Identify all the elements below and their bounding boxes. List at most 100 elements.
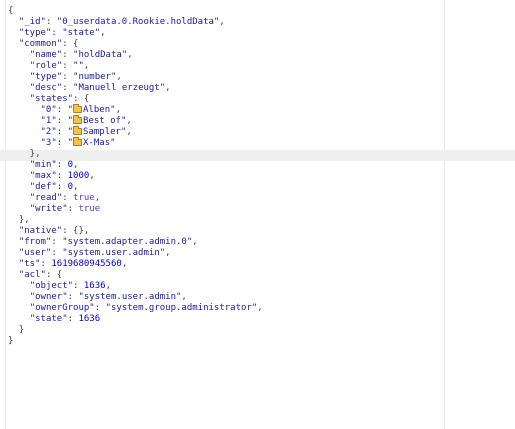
json-key: "states" <box>29 94 74 104</box>
json-key: "role" <box>29 61 63 71</box>
punctuation: , <box>165 83 171 93</box>
json-string: "system.user.admin" <box>62 248 166 258</box>
code-line: "type": "number", <box>8 72 263 83</box>
json-string: X-Mas" <box>83 138 116 148</box>
folder-icon <box>73 115 83 124</box>
punctuation: , <box>94 193 101 203</box>
json-string: Alben" <box>83 105 116 115</box>
json-number: 1636 <box>78 314 101 324</box>
code-line: "state": 1636 <box>8 314 263 325</box>
code-line: "states": { <box>8 94 263 105</box>
json-string: "state" <box>62 28 101 38</box>
json-key: "from" <box>18 237 52 247</box>
punctuation: : <box>56 116 68 126</box>
code-line: "read": true, <box>8 193 263 204</box>
code-line: "type": "state", <box>8 28 263 39</box>
json-key: "ts" <box>18 259 41 269</box>
punctuation: , <box>219 17 225 27</box>
code-line: "object": 1636, <box>8 281 263 292</box>
json-key: "write" <box>29 204 68 214</box>
code-line: "from": "system.adapter.admin.0", <box>8 237 263 248</box>
punctuation: , <box>126 116 132 126</box>
punctuation: : <box>62 83 74 93</box>
folder-icon <box>73 126 83 135</box>
gutter-divider <box>5 0 6 429</box>
punctuation: : <box>62 193 74 203</box>
code-line: }, <box>8 149 263 160</box>
punctuation: : <box>62 61 74 71</box>
json-string: Best of" <box>83 116 127 126</box>
code-line: "name": "holdData", <box>8 50 263 61</box>
punctuation: : <box>62 50 74 60</box>
punctuation: { <box>8 6 14 16</box>
punctuation: , <box>126 127 132 137</box>
json-key: "ownerGroup" <box>29 303 95 313</box>
punctuation <box>8 259 19 269</box>
json-string: "system.user.admin" <box>78 292 182 302</box>
punctuation: } <box>8 325 25 335</box>
json-number: 1000 <box>67 171 90 181</box>
code-line: "ts": 1619680945560, <box>8 259 263 270</box>
punctuation <box>8 138 41 148</box>
punctuation <box>8 127 41 137</box>
json-key: "1" <box>40 116 57 126</box>
punctuation: } <box>8 336 14 346</box>
punctuation: : <box>56 127 68 137</box>
punctuation: : <box>56 171 68 181</box>
punctuation <box>8 50 30 60</box>
json-boolean: true <box>78 204 101 214</box>
json-key: "def" <box>29 182 57 192</box>
json-number: 1619680945560 <box>51 259 122 269</box>
code-line: "common": { <box>8 39 263 50</box>
punctuation <box>8 61 30 71</box>
punctuation <box>8 72 30 82</box>
json-key: "type" <box>29 72 63 82</box>
punctuation <box>8 17 19 27</box>
folder-icon <box>73 137 83 146</box>
json-string: "Manuell erzeugt" <box>73 83 166 93</box>
json-key: "acl" <box>18 270 46 280</box>
punctuation <box>8 248 19 258</box>
json-key: "3" <box>40 138 57 148</box>
json-key: "0" <box>40 105 57 115</box>
punctuation: : { <box>73 94 90 104</box>
code-line: "acl": { <box>8 270 263 281</box>
code-content[interactable]: { "_id": "0_userdata.0.Rookie.holdData",… <box>8 6 263 347</box>
json-editor[interactable]: { "_id": "0_userdata.0.Rookie.holdData",… <box>0 0 515 429</box>
code-line: "ownerGroup": "system.group.administrato… <box>8 303 263 314</box>
punctuation: : { <box>62 39 79 49</box>
punctuation <box>8 314 30 324</box>
json-key: "type" <box>18 28 52 38</box>
code-line: "role": "", <box>8 61 263 72</box>
punctuation <box>8 292 30 302</box>
punctuation: , <box>83 61 90 71</box>
punctuation: : <box>67 292 79 302</box>
punctuation: , <box>73 160 79 170</box>
punctuation: : <box>56 182 68 192</box>
punctuation: : <box>67 204 79 214</box>
json-string: "system.group.administrator" <box>105 303 258 313</box>
punctuation: , <box>121 259 128 269</box>
json-key: "max" <box>29 171 57 181</box>
code-line: "desc": "Manuell erzeugt", <box>8 83 263 94</box>
punctuation: : <box>94 303 106 313</box>
json-key: "name" <box>29 50 63 60</box>
punctuation: : <box>56 105 68 115</box>
punctuation <box>8 171 30 181</box>
code-line: { <box>8 6 263 17</box>
code-line: "write": true <box>8 204 263 215</box>
json-number: 1636 <box>83 281 106 291</box>
json-string: Sampler" <box>83 127 127 137</box>
punctuation: , <box>192 237 198 247</box>
punctuation: }, <box>8 149 41 159</box>
punctuation: : {}, <box>62 226 90 236</box>
punctuation <box>8 39 19 49</box>
punctuation: , <box>115 105 121 115</box>
json-string: "0_userdata.0.Rookie.holdData" <box>56 17 220 27</box>
punctuation: : { <box>45 270 63 280</box>
punctuation: , <box>116 72 122 82</box>
json-key: "common" <box>18 39 63 49</box>
code-line: "3": " X-Mas" <box>8 137 263 149</box>
json-key: "state" <box>29 314 68 324</box>
punctuation: : <box>40 259 52 269</box>
